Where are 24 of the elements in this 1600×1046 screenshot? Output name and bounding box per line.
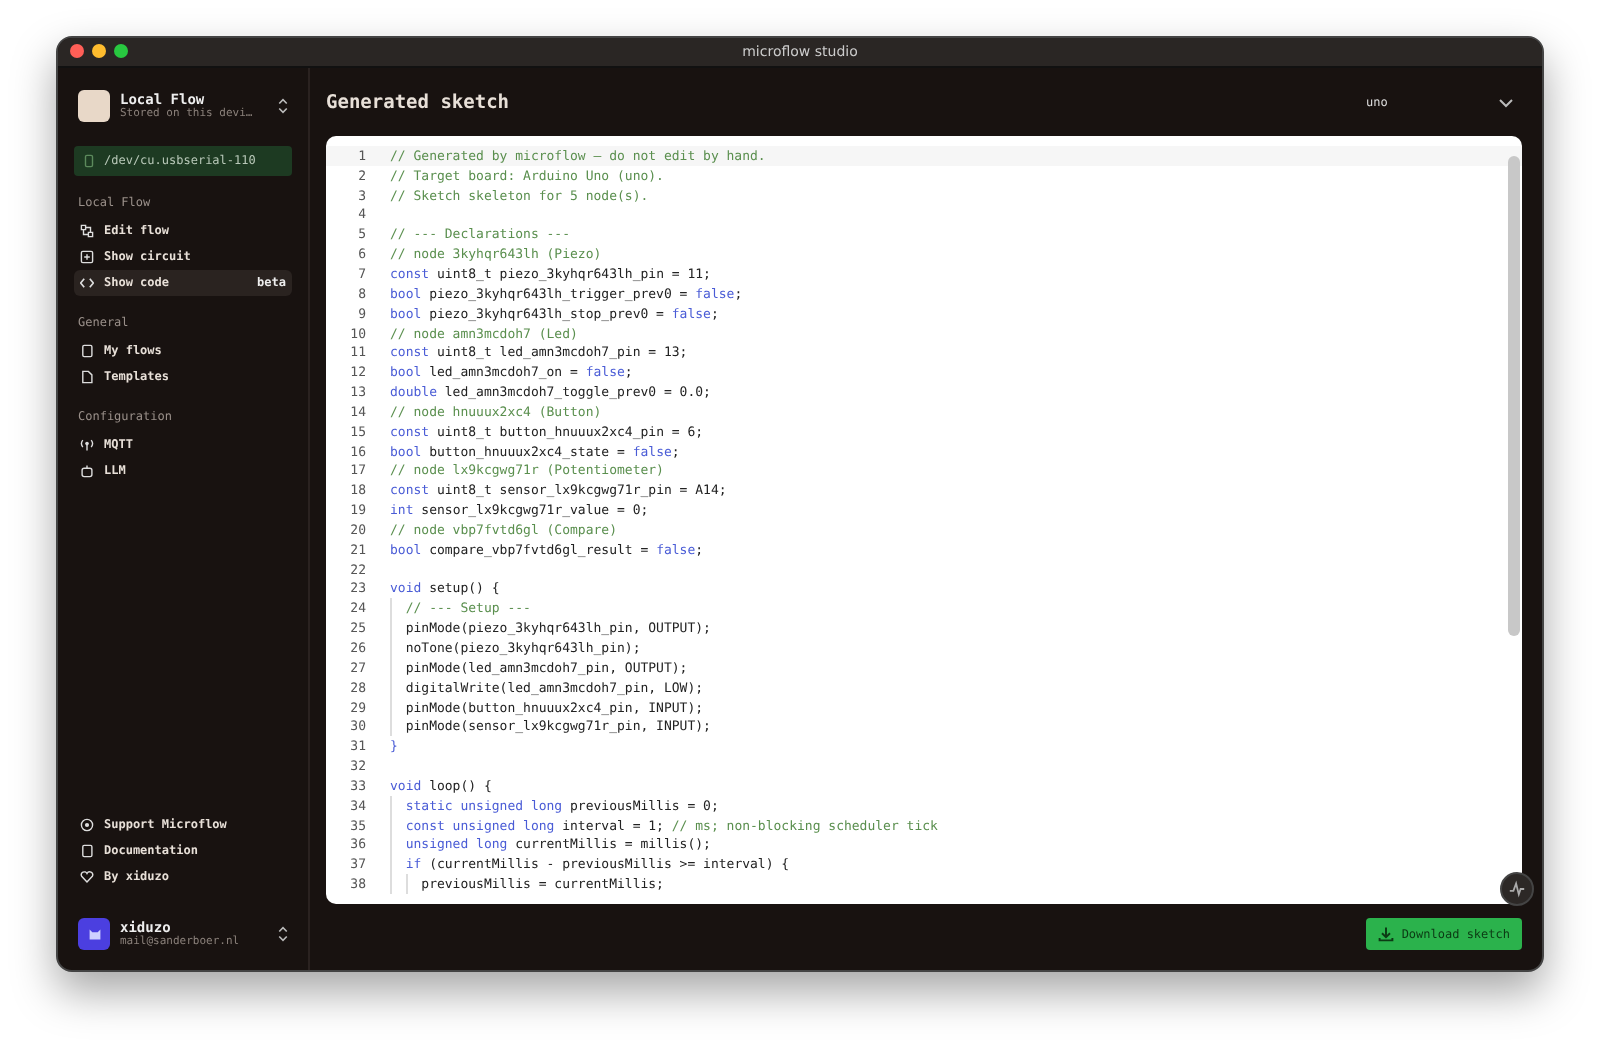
book-icon	[80, 844, 94, 858]
coin-icon	[80, 818, 94, 832]
workflow-icon	[80, 224, 94, 238]
heart-icon	[80, 870, 94, 884]
page-title: Generated sketch	[326, 91, 510, 113]
maximize-icon[interactable]	[114, 44, 128, 58]
circuit-icon	[80, 250, 94, 264]
chevron-icon	[278, 98, 288, 114]
download-icon	[1377, 926, 1394, 942]
minimize-icon[interactable]	[92, 44, 106, 58]
chevron-icon	[278, 926, 288, 942]
close-icon[interactable]	[70, 44, 84, 58]
book-icon	[80, 344, 94, 358]
document-icon	[80, 370, 94, 384]
activity-button[interactable]	[1500, 872, 1534, 906]
usb-icon	[82, 154, 96, 168]
code-icon	[80, 276, 94, 290]
bot-icon	[80, 464, 94, 478]
scrollbar[interactable]	[1508, 156, 1520, 636]
radio-icon	[80, 438, 94, 452]
chevron-down-icon	[1498, 97, 1514, 107]
activity-icon	[1508, 880, 1526, 898]
avatar-icon	[78, 918, 110, 950]
project-avatar	[78, 90, 110, 122]
